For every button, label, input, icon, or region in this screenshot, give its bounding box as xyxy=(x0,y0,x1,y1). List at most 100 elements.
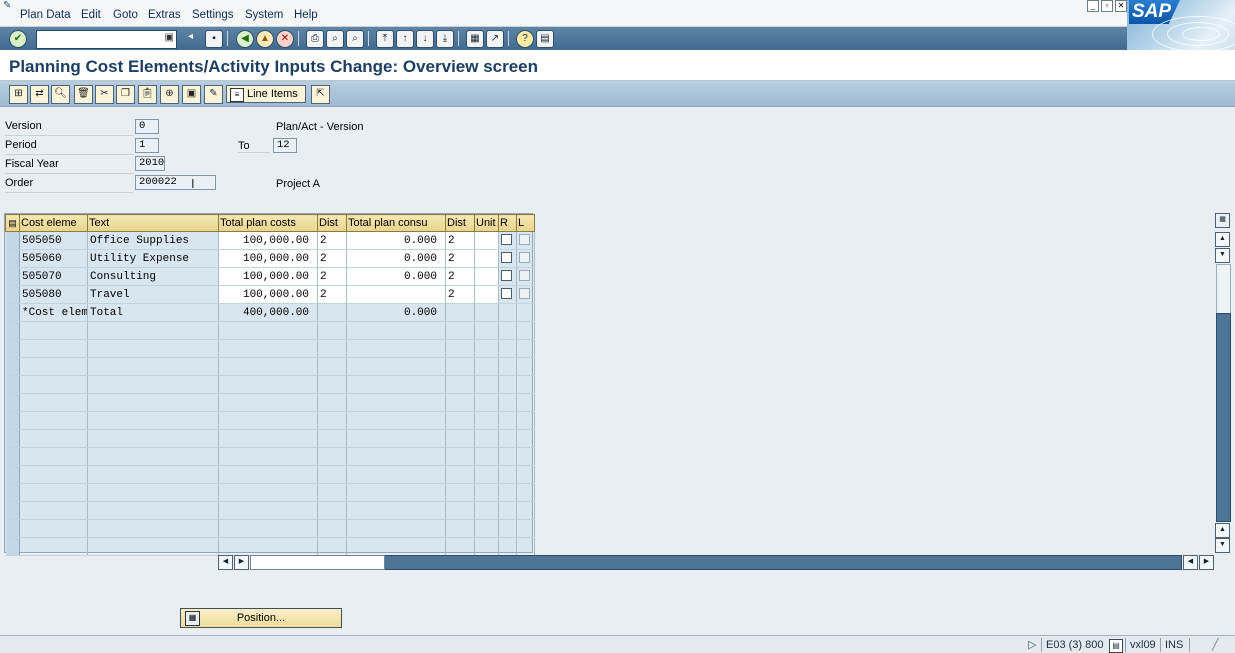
total-plan-costs-cell[interactable]: 100,000.00 xyxy=(218,231,318,250)
menu-system[interactable]: System xyxy=(245,9,283,21)
detail-icon[interactable]: 🔍︎ xyxy=(51,85,70,104)
window-menu-icon[interactable]: ✎ xyxy=(3,0,11,11)
row-selector[interactable] xyxy=(5,321,20,340)
unit-cell[interactable] xyxy=(474,249,499,268)
r-checkbox[interactable] xyxy=(501,270,512,282)
position-button[interactable]: ▦ Position... xyxy=(180,608,342,628)
scroll-down-icon[interactable]: ▲ xyxy=(1215,523,1230,538)
enter-check-icon[interactable]: ✔ xyxy=(9,30,27,48)
row-selector[interactable] xyxy=(5,501,20,520)
row-selector[interactable] xyxy=(5,375,20,394)
change-view-icon[interactable]: ⇄ xyxy=(30,85,49,104)
command-field[interactable]: ▣ xyxy=(36,30,177,49)
dist-2-cell[interactable]: 2 xyxy=(445,249,475,268)
status-expand-icon[interactable]: ▷ xyxy=(1028,638,1036,652)
minimize-icon[interactable]: _ xyxy=(1087,0,1099,12)
vertical-scroll-thumb[interactable] xyxy=(1216,313,1231,522)
row-selector[interactable] xyxy=(5,537,20,556)
dist-cell[interactable]: 2 xyxy=(317,267,347,286)
unit-cell[interactable] xyxy=(474,267,499,286)
dist-cell[interactable]: 2 xyxy=(317,249,347,268)
insert-row-icon[interactable]: ⊕ xyxy=(160,85,179,104)
r-checkbox[interactable] xyxy=(501,288,512,300)
col-cost-element[interactable]: Cost eleme xyxy=(19,214,88,232)
col-total-plan-consumption[interactable]: Total plan consu xyxy=(346,214,446,232)
table-settings-icon[interactable]: ▦ xyxy=(1215,213,1230,228)
col-dist-2[interactable]: Dist xyxy=(445,214,475,232)
scroll-up-icon[interactable]: ▼ xyxy=(1215,248,1230,263)
row-selector[interactable] xyxy=(5,483,20,502)
row-selector[interactable] xyxy=(5,339,20,358)
scroll-far-left-icon[interactable]: ◀ xyxy=(1183,555,1198,570)
menu-extras[interactable]: Extras xyxy=(148,9,181,21)
delete-row-icon[interactable]: 🗑︎ xyxy=(74,85,93,104)
r-checkbox[interactable] xyxy=(501,252,512,264)
period-to-field[interactable]: 12 xyxy=(273,138,297,153)
fiscal-year-field[interactable]: 2010 xyxy=(135,156,165,171)
vertical-scrollbar[interactable]: ▦ ▲ ▼ ▲ ▼ xyxy=(1215,213,1231,553)
exit-icon[interactable]: ▲ xyxy=(256,30,274,48)
col-text[interactable]: Text xyxy=(87,214,219,232)
find-icon[interactable]: ⌕ xyxy=(326,30,344,48)
edit-icon[interactable]: ✎ xyxy=(204,85,223,104)
back-icon[interactable]: ◀ xyxy=(236,30,254,48)
row-selector[interactable] xyxy=(5,393,20,412)
row-selector[interactable] xyxy=(5,519,20,538)
version-field[interactable]: 0 xyxy=(135,119,159,134)
row-selector[interactable] xyxy=(5,231,20,250)
overview-icon[interactable]: ⊞ xyxy=(9,85,28,104)
horizontal-scroll-thumb[interactable] xyxy=(250,555,385,570)
resize-grip-icon[interactable]: ╱ xyxy=(1212,638,1219,652)
col-dist[interactable]: Dist xyxy=(317,214,347,232)
row-selector[interactable] xyxy=(5,447,20,466)
unit-cell[interactable] xyxy=(474,285,499,304)
col-total-plan-costs[interactable]: Total plan costs xyxy=(218,214,318,232)
row-selector[interactable] xyxy=(5,411,20,430)
dist-2-cell[interactable]: 2 xyxy=(445,285,475,304)
last-page-icon[interactable]: ⤓ xyxy=(436,30,454,48)
paste-icon[interactable]: 📋︎ xyxy=(138,85,157,104)
col-l[interactable]: L xyxy=(516,214,535,232)
total-plan-consumption-cell[interactable]: 0.000 xyxy=(346,267,446,286)
total-plan-consumption-cell[interactable]: 0.000 xyxy=(346,249,446,268)
first-page-icon[interactable]: ⤒ xyxy=(376,30,394,48)
total-plan-costs-cell[interactable]: 100,000.00 xyxy=(218,267,318,286)
system-info-dropdown-icon[interactable]: ▤ xyxy=(1109,639,1123,653)
select-all-icon[interactable]: ▤ xyxy=(5,214,20,232)
customize-layout-icon[interactable]: ▤ xyxy=(536,30,554,48)
scroll-top-icon[interactable]: ▲ xyxy=(1215,232,1230,247)
export-icon[interactable]: ⇱ xyxy=(311,85,330,104)
collapse-arrow-icon[interactable]: ◂ xyxy=(188,31,193,42)
total-plan-costs-cell[interactable]: 100,000.00 xyxy=(218,249,318,268)
previous-page-icon[interactable]: ↑ xyxy=(396,30,414,48)
row-selector[interactable] xyxy=(5,285,20,304)
dist-cell[interactable]: 2 xyxy=(317,231,347,250)
dist-2-cell[interactable]: 2 xyxy=(445,267,475,286)
row-selector[interactable] xyxy=(5,249,20,268)
row-selector[interactable] xyxy=(5,465,20,484)
menu-plan-data[interactable]: Plan Data xyxy=(20,9,71,21)
col-r[interactable]: R xyxy=(498,214,517,232)
scroll-left-icon[interactable]: ◀ xyxy=(218,555,233,570)
order-field[interactable]: 200022 xyxy=(135,175,216,190)
dist-cell[interactable]: 2 xyxy=(317,285,347,304)
select-block-icon[interactable]: ▣ xyxy=(182,85,201,104)
horizontal-scrollbar[interactable]: ◀ ▶ ◀ ▶ xyxy=(218,555,1214,570)
scroll-far-right-icon[interactable]: ▶ xyxy=(1199,555,1214,570)
r-checkbox[interactable] xyxy=(501,234,512,246)
col-unit[interactable]: Unit xyxy=(474,214,499,232)
scroll-bottom-icon[interactable]: ▼ xyxy=(1215,538,1230,553)
cut-icon[interactable]: ✂ xyxy=(95,85,114,104)
row-selector[interactable] xyxy=(5,357,20,376)
scroll-right-icon[interactable]: ▶ xyxy=(234,555,249,570)
cancel-icon[interactable]: ✕ xyxy=(276,30,294,48)
total-plan-costs-cell[interactable]: 100,000.00 xyxy=(218,285,318,304)
restore-icon[interactable]: ▫ xyxy=(1101,0,1113,12)
row-selector[interactable] xyxy=(5,303,20,322)
menu-edit[interactable]: Edit xyxy=(81,9,101,21)
close-window-icon[interactable]: ✕ xyxy=(1115,0,1127,12)
find-next-icon[interactable]: ⌕ xyxy=(346,30,364,48)
help-icon[interactable]: ? xyxy=(516,30,534,48)
dist-2-cell[interactable]: 2 xyxy=(445,231,475,250)
total-plan-consumption-cell[interactable] xyxy=(346,285,446,304)
